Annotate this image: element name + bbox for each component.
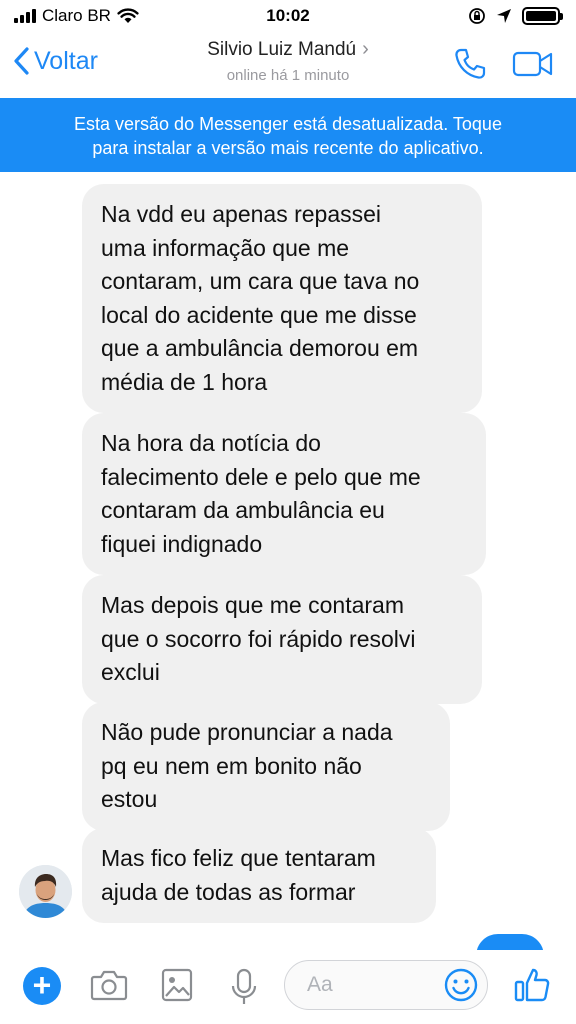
message-line: contaram da ambulância eu xyxy=(101,497,385,523)
banner-line-1: Esta versão do Messenger está desatualiz… xyxy=(74,114,502,134)
conversation-header: Voltar Silvio Luiz Mandú › online há 1 mi… xyxy=(0,34,576,98)
microphone-icon xyxy=(231,968,257,1004)
voice-button[interactable] xyxy=(230,968,258,1011)
message-input-placeholder: Aa xyxy=(307,973,333,996)
camera-button[interactable] xyxy=(90,968,128,1007)
message-line: exclui xyxy=(101,659,160,685)
chevron-left-icon xyxy=(14,47,29,75)
message-bubble[interactable]: Na hora da notícia do falecimento dele e… xyxy=(82,413,486,575)
avatar[interactable] xyxy=(19,865,72,918)
avatar-image xyxy=(19,865,72,918)
message-line: pq eu nem em bonito não xyxy=(101,752,362,779)
message-line: uma informação que me xyxy=(101,234,350,261)
message-line: contaram, um cara que tava no xyxy=(101,268,420,294)
back-button[interactable]: Voltar xyxy=(12,46,98,76)
battery-icon xyxy=(522,7,563,25)
message-line: estou xyxy=(101,786,158,812)
contact-info[interactable]: Silvio Luiz Mandú › online há 1 minuto xyxy=(150,38,426,84)
call-button[interactable] xyxy=(452,46,488,87)
message-line: Não pude pronunciar a nada xyxy=(101,719,393,745)
message-line: fiquei indignado xyxy=(101,530,263,557)
back-label: Voltar xyxy=(34,46,98,75)
phone-icon xyxy=(455,48,486,79)
plus-button[interactable]: + xyxy=(23,967,61,1005)
message-list[interactable]: Na vdd eu apenas repassei uma informação… xyxy=(0,172,576,950)
message-line: Na vdd eu apenas repassei xyxy=(101,201,382,227)
message-line: que o socorro foi rápido resolvi xyxy=(101,625,416,652)
status-right xyxy=(468,7,563,25)
update-banner[interactable]: Esta versão do Messenger está desatualiz… xyxy=(0,98,576,172)
emoji-button[interactable] xyxy=(443,967,479,1008)
plus-icon: + xyxy=(32,967,52,1003)
message-bubble[interactable]: Na vdd eu apenas repassei uma informação… xyxy=(82,184,482,413)
message-line: média de 1 hora xyxy=(101,368,268,395)
emoji-icon xyxy=(444,968,478,1002)
message-bubble[interactable]: Mas fico feliz que tentaram ajuda de tod… xyxy=(82,828,436,923)
message-input[interactable]: Aa xyxy=(284,960,488,1010)
video-call-button[interactable] xyxy=(512,50,554,83)
like-button[interactable] xyxy=(514,966,550,1009)
message-line: local do acidente que me disse xyxy=(101,301,417,328)
thumbs-up-icon xyxy=(514,968,550,1002)
contact-name-row: Silvio Luiz Mandú › xyxy=(150,38,426,61)
message-line: Mas fico feliz que tentaram xyxy=(101,845,376,871)
image-button[interactable] xyxy=(161,968,193,1007)
chevron-right-icon: › xyxy=(362,38,369,60)
message-line: ajuda de todas as formar xyxy=(101,878,356,905)
image-icon xyxy=(161,968,193,1002)
video-camera-icon xyxy=(512,51,553,77)
status-bar: Claro BR 10:02 xyxy=(0,0,576,34)
contact-name: Silvio Luiz Mandú xyxy=(207,39,357,60)
message-bubble[interactable]: Mas depois que me contaram que o socorro… xyxy=(82,575,482,704)
message-line: que a ambulância demorou em xyxy=(101,335,419,361)
location-icon xyxy=(497,9,511,23)
message-line: Mas depois que me contaram xyxy=(101,592,404,618)
message-line: Na hora da notícia do xyxy=(101,430,321,456)
rotation-lock-icon xyxy=(469,8,485,24)
message-bubble[interactable]: Não pude pronunciar a nada pq eu nem em … xyxy=(82,702,450,831)
message-line: falecimento dele e pelo que me xyxy=(101,463,421,490)
banner-line-2: para instalar a versão mais recente do a… xyxy=(92,138,484,158)
contact-status: online há 1 minuto xyxy=(226,67,350,84)
camera-icon xyxy=(90,970,128,1001)
composer-bar: + Aa xyxy=(0,950,576,1024)
